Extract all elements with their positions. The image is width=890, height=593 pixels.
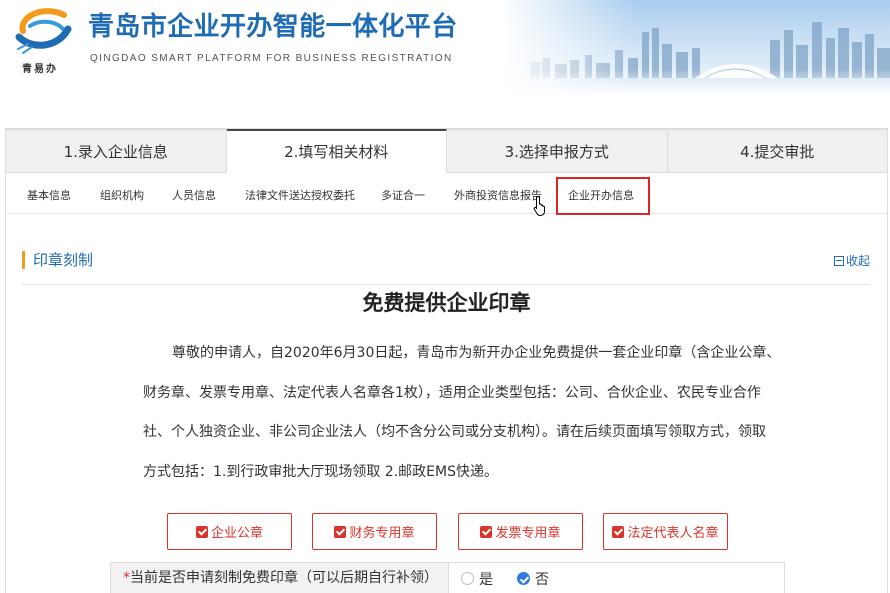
section-accent-bar	[22, 251, 25, 269]
subtab-basic-info[interactable]: 基本信息	[27, 179, 71, 213]
site-logo[interactable]: 青易办	[12, 4, 76, 76]
question-text: 当前是否申请刻制免费印章（可以后期自行补领）	[130, 570, 438, 586]
subtab-organization[interactable]: 组织机构	[100, 179, 144, 213]
city-skyline-image	[500, 0, 890, 96]
seal-option-label: 发票专用章	[495, 526, 561, 541]
subtab-personnel[interactable]: 人员信息	[172, 179, 216, 213]
checked-radio-icon	[517, 572, 530, 585]
collapse-label: 收起	[846, 254, 871, 268]
seal-option-label: 企业公章	[210, 526, 263, 541]
radio-label: 否	[535, 571, 549, 588]
collapse-icon	[834, 255, 844, 266]
checked-checkbox-icon	[195, 525, 208, 538]
seal-option-label: 财务专用章	[349, 526, 415, 541]
notice-line: 社、个人独资企业、非公司企业法人（均不含分公司或分支机构）。请在后续页面填写领取…	[143, 424, 766, 440]
seal-option-legal-rep-seal[interactable]: 法定代表人名章	[603, 513, 728, 550]
site-subtitle: QINGDAO SMART PLATFORM FOR BUSINESS REGI…	[90, 53, 453, 64]
step-tab-choose-method[interactable]: 3.选择申报方式	[447, 129, 668, 173]
subtabs-bar: 基本信息 组织机构 人员信息 法律文件送达授权委托 多证合一 外商投资信息报告 …	[6, 179, 887, 214]
apply-seal-radio-group: 是 否	[449, 563, 573, 593]
required-mark: *	[123, 570, 130, 586]
checked-checkbox-icon	[480, 525, 493, 538]
radio-no[interactable]: 否	[517, 569, 549, 589]
logo-caption: 青易办	[22, 64, 58, 75]
steps-bar: 1.录入企业信息 2.填写相关材料 3.选择申报方式 4.提交审批	[6, 129, 887, 173]
seal-option-company-seal[interactable]: 企业公章	[167, 513, 292, 550]
apply-seal-question-label: *当前是否申请刻制免费印章（可以后期自行补领）	[111, 563, 449, 593]
subtab-multi-certificate[interactable]: 多证合一	[381, 179, 425, 213]
section-divider	[22, 284, 870, 285]
step-tab-submit[interactable]: 4.提交审批	[667, 129, 887, 173]
radio-yes[interactable]: 是	[461, 569, 493, 589]
step-tab-fill-materials[interactable]: 2.填写相关材料	[226, 129, 447, 173]
notice-line: 方式包括：1.到行政审批大厅现场领取 2.邮政EMS快递。	[143, 463, 498, 480]
swirl-logo-icon	[15, 8, 72, 54]
subtab-legal-service-authorization[interactable]: 法律文件送达授权委托	[245, 179, 355, 213]
notice-line: 财务章、发票专用章、法定代表人名章各1枚），适用企业类型包括：公司、合伙企业、农…	[143, 384, 761, 401]
checked-checkbox-icon	[334, 525, 347, 538]
radio-circle-icon	[461, 572, 474, 585]
apply-seal-question-row: *当前是否申请刻制免费印章（可以后期自行补领） 是 否	[110, 562, 785, 593]
radio-label: 是	[479, 571, 493, 588]
form-panel: 1.录入企业信息 2.填写相关材料 3.选择申报方式 4.提交审批 基本信息 组…	[5, 128, 888, 593]
seal-option-finance-seal[interactable]: 财务专用章	[312, 513, 437, 550]
notice-line: 尊敬的申请人，自2020年6月30日起，青岛市为新开办企业免费提供一套企业印章（…	[172, 345, 781, 361]
site-title: 青岛市企业开办智能一体化平台	[88, 12, 458, 42]
collapse-button[interactable]: 收起	[834, 252, 870, 269]
subtab-foreign-investment-report[interactable]: 外商投资信息报告	[454, 179, 542, 213]
seal-option-invoice-seal[interactable]: 发票专用章	[458, 513, 583, 550]
highlight-box	[556, 177, 650, 215]
seal-option-label: 法定代表人名章	[627, 526, 719, 541]
notice-heading: 免费提供企业印章	[362, 291, 531, 315]
checked-checkbox-icon	[612, 525, 625, 538]
notice-paragraph: 尊敬的申请人，自2020年6月30日起，青岛市为新开办企业免费提供一套企业印章（…	[143, 334, 783, 492]
section-title: 印章刻制	[33, 251, 94, 269]
hand-pointer-icon	[533, 195, 549, 217]
step-tab-enter-info[interactable]: 1.录入企业信息	[6, 129, 227, 173]
